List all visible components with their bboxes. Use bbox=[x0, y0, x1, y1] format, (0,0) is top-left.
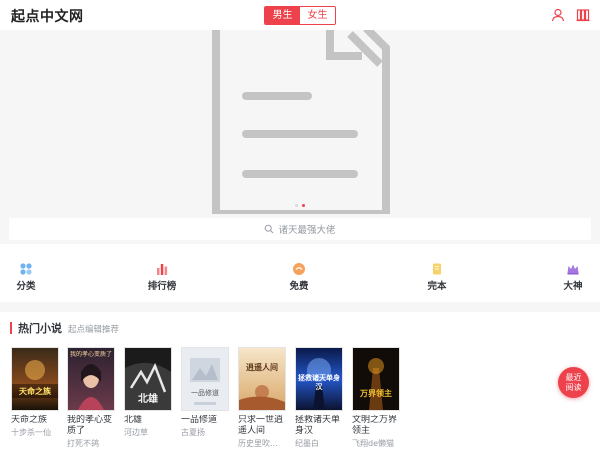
book-author: 古夏扬 bbox=[181, 428, 205, 437]
book-author: 飞翔de懒猫 bbox=[352, 439, 394, 448]
section-divider bbox=[0, 302, 600, 312]
search-box[interactable]: 诸天最强大佬 bbox=[9, 218, 591, 240]
carousel-dot-active[interactable] bbox=[302, 204, 305, 207]
carousel-dots bbox=[0, 204, 600, 207]
category-label: 排行榜 bbox=[147, 281, 177, 292]
book-cover[interactable]: 万界领主 bbox=[352, 347, 400, 411]
book-cover-title: 我的孝心变质了 bbox=[70, 351, 112, 358]
category-finished[interactable]: 完本 bbox=[407, 244, 467, 302]
free-badge-icon bbox=[293, 263, 305, 275]
bar-chart-icon bbox=[157, 264, 168, 275]
search-icon bbox=[265, 224, 274, 234]
book-author: 历史里吹... bbox=[238, 439, 278, 448]
book-card[interactable]: 天命之族 天命之族 十步杀一仙 bbox=[11, 347, 59, 438]
category-label: 大神 bbox=[563, 281, 583, 292]
book-author: 纪墨白 bbox=[295, 439, 319, 448]
section-subtitle: 起点编辑推荐 bbox=[68, 325, 120, 335]
crown-icon bbox=[567, 264, 579, 275]
grid-dots-icon bbox=[20, 263, 32, 275]
app-logo[interactable]: 起点中文网 bbox=[11, 6, 84, 26]
book-cover-title: 逍遥人间 bbox=[246, 363, 278, 372]
book-title: 北雄 bbox=[124, 415, 143, 425]
book-title: 天命之族 bbox=[11, 415, 48, 425]
book-cover[interactable]: 北雄 bbox=[124, 347, 172, 411]
book-cover-title: 万界领主 bbox=[360, 389, 392, 398]
book-title: 文明之万界领主 bbox=[352, 415, 398, 436]
book-cover[interactable]: 天命之族 bbox=[11, 347, 59, 411]
category-label: 免费 bbox=[289, 281, 309, 292]
book-title: 只求一世逍遥人间 bbox=[238, 415, 284, 436]
category-label: 完本 bbox=[427, 281, 447, 292]
category-fenlei[interactable]: 分类 bbox=[0, 244, 56, 302]
book-cover[interactable]: 拯救诸天单身汉 bbox=[295, 347, 343, 411]
category-master[interactable]: 大神 bbox=[543, 244, 600, 302]
bookshelf-icon[interactable] bbox=[576, 8, 590, 22]
carousel-dot[interactable] bbox=[295, 204, 298, 207]
book-author: 打死不鸽 bbox=[67, 439, 99, 448]
category-ranking[interactable]: 排行榜 bbox=[132, 244, 192, 302]
book-cover[interactable]: 逍遥人间 bbox=[238, 347, 286, 411]
recent-reading-label: 最近阅读 bbox=[565, 372, 582, 392]
search-area: 诸天最强大佬 bbox=[0, 214, 600, 244]
section-accent-bar bbox=[10, 322, 12, 334]
book-card[interactable]: 北雄 北雄 河边草 bbox=[124, 347, 172, 438]
gender-female-tab[interactable]: 女生 bbox=[300, 7, 335, 24]
book-author: 河边草 bbox=[124, 428, 148, 437]
book-cover-title: 北雄 bbox=[138, 394, 158, 405]
gender-switch: 男生 女生 bbox=[264, 6, 336, 25]
user-icon[interactable] bbox=[551, 8, 565, 22]
section-title: 热门小说 bbox=[18, 322, 62, 335]
book-cover-title: 拯救诸天单身汉 bbox=[298, 374, 340, 391]
book-title: 我的孝心变质了 bbox=[67, 415, 113, 436]
book-card[interactable]: 一品修道 一品修道 古夏扬 bbox=[181, 347, 229, 438]
book-cover-title: 一品修道 bbox=[191, 389, 219, 397]
book-card[interactable]: 拯救诸天单身汉 拯救诸天单身汉 纪墨白 bbox=[295, 347, 343, 449]
category-label: 分类 bbox=[16, 281, 36, 292]
book-title: 拯救诸天单身汉 bbox=[295, 415, 341, 436]
banner-carousel[interactable] bbox=[0, 30, 600, 214]
top-header: 起点中文网 男生 女生 bbox=[0, 0, 600, 30]
book-author: 十步杀一仙 bbox=[11, 428, 51, 437]
category-nav: 分类 排行榜 免费 完本 大神 bbox=[0, 244, 600, 302]
search-placeholder: 诸天最强大佬 bbox=[278, 225, 336, 236]
document-icon bbox=[212, 30, 390, 214]
book-card[interactable]: 万界领主 文明之万界领主 飞翔de懒猫 bbox=[352, 347, 400, 449]
book-cover-title: 天命之族 bbox=[19, 387, 51, 396]
gender-male-tab[interactable]: 男生 bbox=[265, 7, 300, 24]
category-free[interactable]: 免费 bbox=[269, 244, 329, 302]
book-title: 一品修道 bbox=[181, 415, 218, 425]
book-card[interactable]: 我的孝心变质了 我的孝心变质了 打死不鸽 bbox=[67, 347, 115, 449]
book-icon bbox=[433, 263, 441, 275]
book-cover[interactable]: 我的孝心变质了 bbox=[67, 347, 115, 411]
recent-reading-button[interactable]: 最近阅读 bbox=[558, 367, 589, 398]
book-cover[interactable]: 一品修道 bbox=[181, 347, 229, 411]
book-card[interactable]: 逍遥人间 只求一世逍遥人间 历史里吹... bbox=[238, 347, 286, 449]
